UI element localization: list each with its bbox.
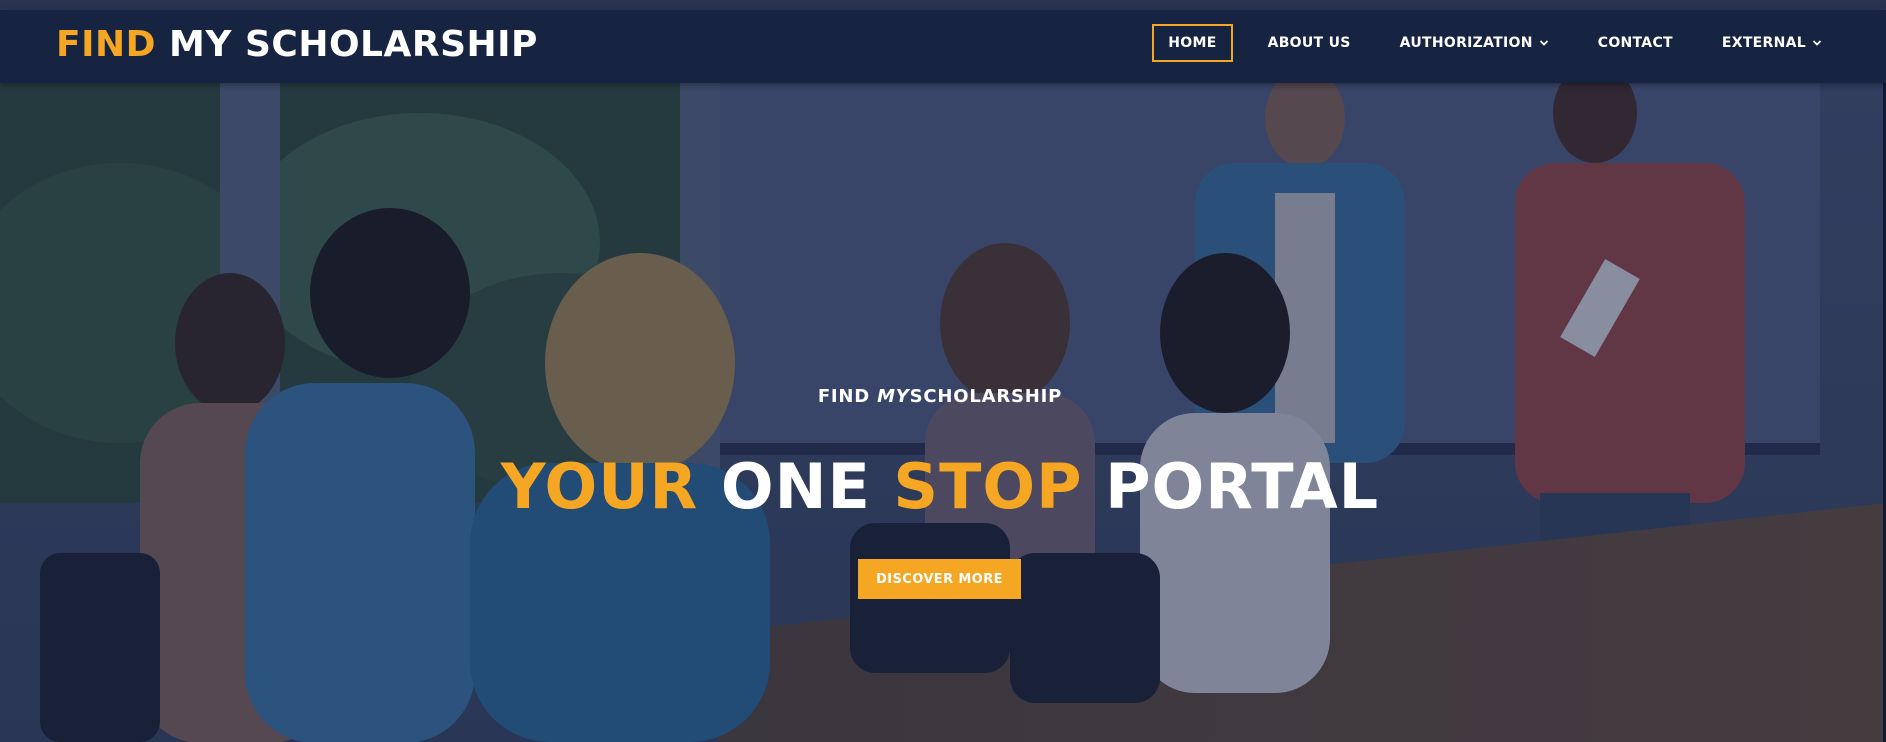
logo-find: FIND [56, 24, 156, 65]
hero-title-one: ONE [720, 450, 871, 523]
nav-item-label: EXTERNAL [1721, 35, 1806, 51]
nav-item-about-us[interactable]: ABOUT US [1254, 24, 1365, 62]
logo-my-scholarship: MY SCHOLARSHIP [169, 24, 538, 65]
discover-more-button[interactable]: DISCOVER MORE [858, 559, 1021, 599]
page: FIND MY SCHOLARSHIP HOME ABOUT US AUTHOR… [0, 0, 1886, 742]
nav-item-external[interactable]: EXTERNAL [1708, 24, 1836, 62]
hero-title-stop: STOP [893, 450, 1083, 523]
hero-subtitle-find: FIND [817, 386, 871, 407]
nav-item-label: ABOUT US [1267, 35, 1351, 51]
hero-overlay [0, 83, 1886, 742]
main-nav: HOME ABOUT US AUTHORIZATION CONTACT EXTE… [1131, 23, 1836, 63]
nav-item-contact[interactable]: CONTACT [1584, 24, 1687, 62]
navbar: FIND MY SCHOLARSHIP HOME ABOUT US AUTHOR… [0, 10, 1886, 83]
nav-item-home[interactable]: HOME [1152, 24, 1233, 62]
hero-title-your: YOUR [500, 450, 699, 523]
nav-item-label: HOME [1168, 35, 1217, 51]
nav-item-label: AUTHORIZATION [1399, 35, 1533, 51]
hero-section: FIND MYSCHOLARSHIP YOUR ONE STOP PORTAL … [0, 83, 1886, 742]
hero-title: YOUR ONE STOP PORTAL [0, 450, 1880, 523]
nav-item-label: CONTACT [1597, 35, 1673, 51]
hero-subtitle-scholarship: SCHOLARSHIP [909, 386, 1063, 407]
hero-subtitle: FIND MYSCHOLARSHIP [0, 386, 1880, 407]
chevron-down-icon [1539, 40, 1548, 46]
hero-subtitle-my: MY [877, 386, 910, 407]
top-strip [0, 0, 1886, 10]
site-logo[interactable]: FIND MY SCHOLARSHIP [56, 22, 538, 68]
nav-item-authorization[interactable]: AUTHORIZATION [1386, 24, 1563, 62]
hero-title-portal: PORTAL [1105, 450, 1380, 523]
chevron-down-icon [1812, 40, 1822, 46]
